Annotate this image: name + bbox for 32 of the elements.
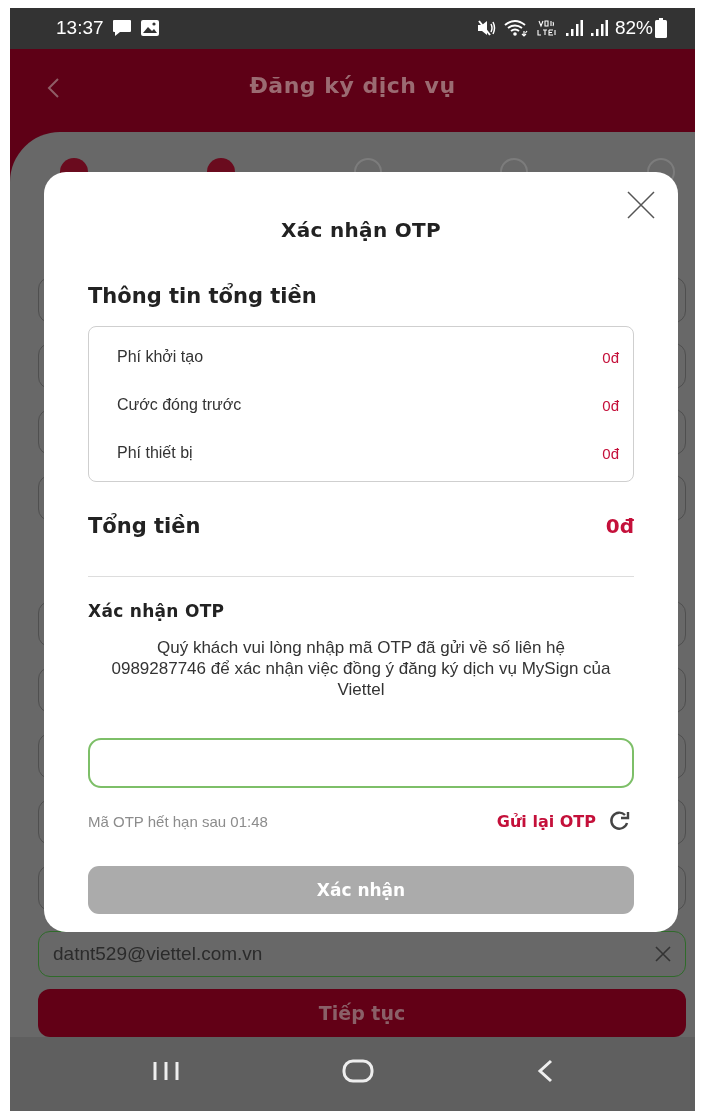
otp-instructions: Quý khách vui lòng nhập mã OTP đã gửi về số liên hệ 0989287746 để xác nhận việc đồng ý đăng ký dịch vụ MySign của Viettel (110, 637, 612, 700)
fee-amount: 0đ (602, 348, 619, 366)
email-value: datnt529@viettel.com.vn (53, 942, 264, 965)
total-amount: 0đ (605, 514, 634, 538)
fee-label: Phí thiết bị (117, 444, 193, 462)
signal-icon (564, 19, 583, 38)
back-icon[interactable] (536, 1058, 555, 1083)
resend-otp-button[interactable]: Gửi lại OTP (496, 810, 632, 832)
screen-title: Đăng ký dịch vụ (249, 72, 456, 98)
dialog-title: Xác nhận OTP (280, 218, 442, 242)
mute-icon (475, 20, 496, 37)
battery-percentage: 82% (614, 17, 653, 40)
volte-icon (535, 19, 558, 38)
otp-input-field[interactable] (88, 738, 634, 788)
refresh-icon (608, 810, 632, 832)
wifi-icon (502, 19, 529, 38)
home-icon[interactable] (342, 1058, 375, 1083)
close-icon[interactable] (626, 190, 656, 220)
fee-amount: 0đ (602, 444, 619, 462)
fee-label: Cước đóng trước (117, 396, 242, 414)
signal-icon (589, 19, 608, 38)
otp-expiry-text: Mã OTP hết hạn sau 01:48 (88, 812, 269, 830)
battery-icon (655, 18, 667, 39)
continue-button[interactable]: Tiếp tục (38, 988, 686, 1037)
clock-time: 13:37 (56, 17, 104, 40)
chat-bubble-icon (111, 19, 132, 38)
fee-amount: 0đ (602, 396, 619, 414)
total-label: Tổng tiền (88, 514, 201, 538)
fee-label: Phí khởi tạo (117, 348, 204, 366)
section-heading: Thông tin tổng tiền (88, 284, 318, 308)
image-icon (139, 19, 160, 38)
section-heading: Xác nhận OTP (88, 601, 226, 621)
